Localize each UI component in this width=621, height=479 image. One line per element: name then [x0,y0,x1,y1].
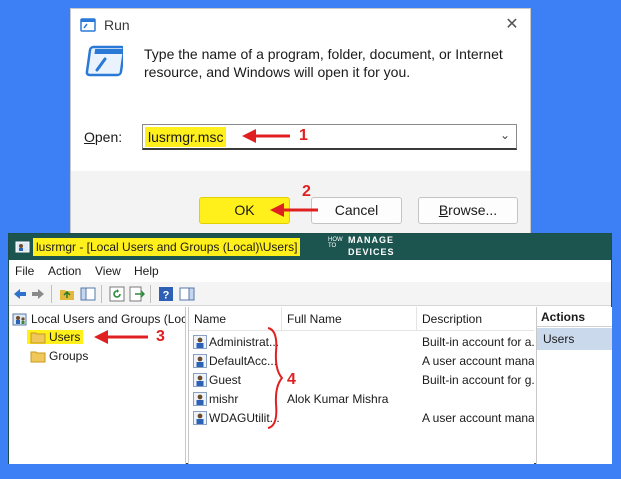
mmc-title: lusrmgr - [Local Users and Groups (Local… [33,238,301,256]
cell-name: Guest [209,373,242,387]
cell-name: WDAGUtilit... [209,411,279,425]
cell-name: DefaultAcc... [209,354,278,368]
actions-pane: Actions Users [536,307,612,464]
cell-full-name [287,409,415,428]
open-input-value[interactable]: lusrmgr.msc [145,127,227,147]
how-to-manage-devices-logo: HOW TO MANAGE DEVICES [328,234,400,260]
forward-arrow-icon[interactable] [30,286,46,302]
column-header-description[interactable]: Description [417,307,534,331]
table-row[interactable]: WDAGUtilit... A user account mana... [189,409,534,428]
table-row[interactable]: mishr Alok Kumar Mishra [189,390,534,409]
logo-manage: MANAGE [348,235,394,245]
browse-access-key: B [438,202,449,218]
cell-full-name: Alok Kumar Mishra [287,392,389,406]
user-icon [193,411,207,425]
tree-item-users[interactable]: Users [27,328,84,346]
export-list-icon[interactable] [129,286,145,302]
table-row[interactable]: Administrat... Built-in account for a... [189,333,534,352]
ok-button[interactable]: OK [199,197,290,224]
toolbar-separator [51,285,52,303]
cancel-button[interactable]: Cancel [311,197,402,224]
table-row[interactable]: Guest Built-in account for g... [189,371,534,390]
lusrmgr-window: lusrmgr - [Local Users and Groups (Local… [8,233,612,464]
chevron-down-icon[interactable]: ⌄ [500,128,510,142]
open-label-access-key: O [84,129,95,145]
run-title: Run [104,17,130,33]
logo-devices: DEVICES [348,247,395,257]
table-row[interactable]: DefaultAcc... A user account mana... [189,352,534,371]
user-icon [193,335,207,349]
user-icon [193,373,207,387]
open-combobox[interactable]: lusrmgr.msc ⌄ [142,124,517,150]
toolbar-separator [101,285,102,303]
actions-item-users[interactable]: Users [537,328,612,350]
mmc-titlebar: lusrmgr - [Local Users and Groups (Local… [9,234,611,260]
column-header-full-name[interactable]: Full Name [282,307,417,331]
annotation-2: 2 [302,183,311,200]
menubar: File Action View Help [9,260,611,282]
browse-button[interactable]: Browse... [418,197,518,224]
users-console-icon [15,241,30,253]
show-hide-action-pane-icon[interactable] [179,286,195,302]
tree-item-groups[interactable]: Groups [30,347,88,365]
tree-root-label: Local Users and Groups (Local) [31,312,186,326]
tree-item-users-selected: Users [27,330,84,344]
toolbar-separator [150,285,151,303]
menu-view[interactable]: View [95,264,121,278]
users-list: Name Full Name Description Administrat..… [188,307,534,464]
tree-item-users-label: Users [49,330,81,344]
folder-icon [30,351,46,363]
cell-full-name [287,371,415,390]
menu-action[interactable]: Action [48,264,81,278]
cell-description: A user account mana... [422,411,534,425]
open-label: Open: [84,129,122,145]
list-header: Name Full Name Description [189,307,534,331]
toolbar: ? [9,282,611,306]
annotation-1: 1 [299,127,308,144]
annotation-3: 3 [156,328,165,345]
run-titlebar: Run ✕ [71,9,530,41]
menu-help[interactable]: Help [134,264,159,278]
cell-description: Built-in account for g... [422,373,534,387]
menu-file[interactable]: File [15,264,34,278]
show-hide-tree-icon[interactable] [80,286,96,302]
help-icon[interactable]: ? [158,286,174,302]
cell-description [422,390,534,409]
svg-text:?: ? [163,290,170,302]
cell-description: A user account mana... [422,354,534,368]
tree-root[interactable]: Local Users and Groups (Local) [12,310,186,328]
cell-full-name [287,333,415,352]
close-icon[interactable]: ✕ [502,15,522,35]
run-program-icon [85,45,123,77]
user-icon [193,354,207,368]
up-folder-icon[interactable] [59,286,75,302]
logo-how-to: HOW TO [328,237,343,249]
column-header-name[interactable]: Name [189,307,282,331]
users-groups-icon [12,313,27,326]
back-arrow-icon[interactable] [12,286,28,302]
folder-icon [30,332,46,344]
cell-full-name [287,352,415,371]
tree-item-groups-label: Groups [49,349,89,363]
run-dialog: Run ✕ Type the name of a program, folder… [70,8,531,241]
cell-name: Administrat... [209,335,279,349]
cell-name: mishr [209,392,239,406]
refresh-icon[interactable] [109,286,125,302]
browse-label: rowse... [448,202,498,218]
cell-description: Built-in account for a... [422,335,534,349]
actions-header: Actions [537,307,612,327]
run-description: Type the name of a program, folder, docu… [144,46,503,80]
run-app-icon [80,18,96,32]
user-icon [193,392,207,406]
open-label-text: pen: [94,129,123,145]
annotation-4: 4 [287,371,296,388]
